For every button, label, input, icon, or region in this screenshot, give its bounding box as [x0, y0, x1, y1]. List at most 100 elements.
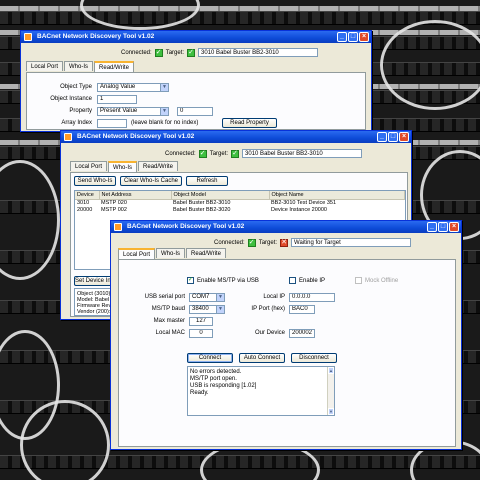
enable-mstp-checkbox[interactable]: ✓ Enable MS/TP via USB: [187, 277, 259, 284]
connect-button[interactable]: Connect: [187, 353, 233, 363]
target-label: Target:: [165, 49, 185, 56]
cell-object-model: Babel Buster BB2-3010: [173, 199, 231, 206]
target-error-icon: ✕: [280, 238, 289, 247]
target-display: 3010 Babel Buster BB2-3010: [242, 149, 363, 158]
connected-check-icon: ✓: [198, 149, 207, 158]
local-mac-label: Local MAC: [155, 330, 185, 336]
target-display: Waiting for Target: [291, 238, 412, 247]
connected-label: Connected:: [214, 239, 245, 246]
disconnect-button[interactable]: Disconnect: [291, 353, 337, 363]
window-title: BACnet Network Discovery Tool v1.02: [77, 133, 195, 140]
tab-local-port[interactable]: Local Port: [26, 61, 64, 71]
tab-read-write[interactable]: Read/Write: [186, 248, 226, 258]
send-who-is-button[interactable]: Send Who-Is: [74, 176, 116, 186]
scroll-down-icon[interactable]: ▼: [328, 408, 334, 415]
max-master-label: Max master: [153, 318, 185, 324]
log-line: MS/TP port open.: [190, 376, 237, 382]
refresh-button[interactable]: Refresh: [186, 176, 228, 186]
tab-who-is[interactable]: Who-Is: [64, 61, 94, 71]
window-title-bar[interactable]: BACnet Network Discovery Tool v1.02 _ □ …: [21, 31, 371, 43]
log-line: Ready.: [190, 390, 209, 396]
window-local-port: BACnet Network Discovery Tool v1.02 _ □ …: [110, 220, 462, 450]
close-icon[interactable]: ×: [449, 222, 459, 232]
tab-local-port[interactable]: Local Port: [118, 248, 156, 259]
property-select[interactable]: Present Value ▼: [97, 107, 169, 116]
tab-who-is[interactable]: Who-Is: [108, 161, 138, 172]
target-check-icon: ✓: [187, 48, 196, 57]
our-device-field[interactable]: 200002: [289, 329, 315, 338]
array-index-label: Array Index: [61, 120, 92, 126]
log-scrollbar[interactable]: ▲ ▼: [327, 367, 334, 415]
target-label: Target:: [258, 239, 278, 246]
usb-port-label: USB serial port: [144, 294, 185, 300]
column-header-device[interactable]: Device: [75, 191, 100, 200]
window-title-bar[interactable]: BACnet Network Discovery Tool v1.02 _ □ …: [111, 221, 461, 233]
object-instance-label: Object Instance: [50, 96, 92, 102]
read-write-panel: Object Type Analog Value ▼ Object Instanc…: [26, 72, 366, 130]
tab-who-is[interactable]: Who-Is: [156, 248, 186, 258]
log-line: No errors detected.: [190, 369, 242, 375]
connected-check-icon: ✓: [247, 238, 256, 247]
ip-port-field[interactable]: BAC0: [289, 305, 315, 314]
tab-read-write[interactable]: Read/Write: [138, 161, 178, 171]
minimize-icon[interactable]: _: [427, 222, 437, 232]
maximize-icon[interactable]: □: [388, 132, 398, 142]
max-master-field[interactable]: 127: [189, 317, 213, 326]
cell-object-name: Device Instance 20000: [271, 206, 327, 213]
close-icon[interactable]: ×: [399, 132, 409, 142]
usb-port-select[interactable]: COM7 ▼: [189, 293, 225, 302]
column-header-object-model[interactable]: Object Model: [171, 191, 270, 200]
window-title-bar[interactable]: BACnet Network Discovery Tool v1.02 _ □ …: [61, 131, 411, 143]
close-icon[interactable]: ×: [359, 32, 369, 42]
object-type-select[interactable]: Analog Value ▼: [97, 83, 169, 92]
checkmark-icon: ✓: [187, 277, 194, 284]
object-instance-field[interactable]: 1: [97, 95, 137, 104]
tab-local-port[interactable]: Local Port: [70, 161, 108, 171]
maximize-icon[interactable]: □: [348, 32, 358, 42]
window-title: BACnet Network Discovery Tool v1.02: [37, 33, 155, 40]
local-port-panel: ✓ Enable MS/TP via USB Enable IP Mock Of…: [118, 259, 456, 447]
clear-who-is-cache-button[interactable]: Clear Who-Is Cache: [120, 176, 182, 186]
info-line: Vendor (200): Co: [77, 309, 113, 315]
property-index-field[interactable]: 0: [177, 107, 213, 116]
connected-label: Connected:: [121, 49, 152, 56]
enable-ip-checkbox[interactable]: Enable IP: [289, 277, 325, 284]
tab-read-write[interactable]: Read/Write: [94, 61, 134, 72]
connected-check-icon: ✓: [154, 48, 163, 57]
cell-device: 20000: [77, 206, 93, 213]
auto-connect-button[interactable]: Auto Connect: [239, 353, 285, 363]
chevron-down-icon: ▼: [216, 294, 224, 301]
maximize-icon[interactable]: □: [438, 222, 448, 232]
baud-select[interactable]: 38400 ▼: [189, 305, 225, 314]
baud-label: MS/TP baud: [151, 306, 185, 312]
app-icon: [114, 223, 122, 231]
target-display: 3010 Babel Buster BB2-3010: [198, 48, 319, 57]
scroll-up-icon[interactable]: ▲: [328, 367, 334, 374]
chevron-down-icon: ▼: [160, 84, 168, 91]
app-icon: [24, 33, 32, 41]
mock-offline-checkbox[interactable]: Mock Offline: [355, 277, 398, 284]
table-header-row: Device Net Address Object Model Object N…: [75, 191, 405, 200]
local-ip-field[interactable]: 0.0.0.0: [289, 293, 335, 302]
chevron-down-icon: ▼: [160, 108, 168, 115]
log-line: USB is responding [1.02]: [190, 383, 257, 389]
array-index-field[interactable]: [97, 119, 127, 128]
property-label: Property: [69, 108, 92, 114]
minimize-icon[interactable]: _: [337, 32, 347, 42]
status-log[interactable]: No errors detected. MS/TP port open. USB…: [187, 366, 335, 416]
read-property-button[interactable]: Read Property: [222, 118, 277, 128]
cell-object-name: BB2-3010 Test Device 351: [271, 199, 337, 206]
minimize-icon[interactable]: _: [377, 132, 387, 142]
local-mac-field[interactable]: 0: [189, 329, 213, 338]
column-header-net-address[interactable]: Net Address: [99, 191, 172, 200]
column-header-object-name[interactable]: Object Name: [269, 191, 405, 200]
target-check-icon: ✓: [231, 149, 240, 158]
table-row[interactable]: 20000 MSTP 002 Babel Buster BB2-3020 Dev…: [75, 206, 405, 213]
ip-port-label: IP Port (hex): [251, 306, 285, 312]
table-row[interactable]: 3010 MSTP 020 Babel Buster BB2-3010 BB2-…: [75, 199, 405, 206]
our-device-label: Our Device: [254, 330, 285, 336]
array-index-hint: (leave blank for no index): [131, 120, 199, 126]
set-device-instance-button[interactable]: Set Device Ins: [74, 276, 114, 286]
app-icon: [64, 133, 72, 141]
cell-device: 3010: [77, 199, 90, 206]
